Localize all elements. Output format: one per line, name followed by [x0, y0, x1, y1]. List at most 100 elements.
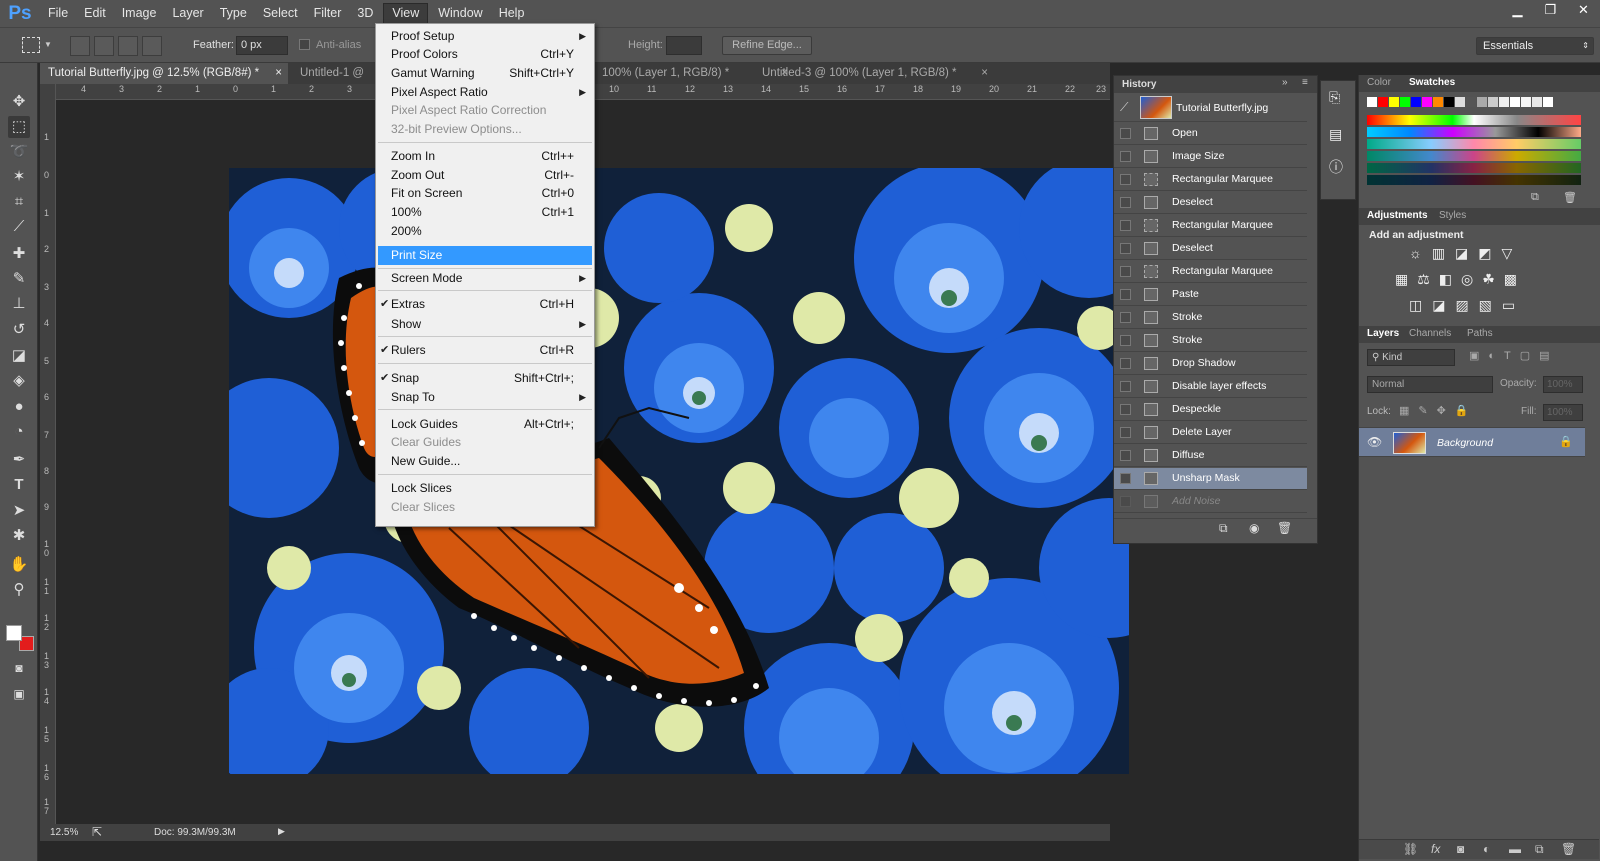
checkbox[interactable]	[1120, 220, 1131, 231]
refine-edge-button[interactable]: Refine Edge...	[722, 36, 812, 55]
healing-brush-icon[interactable]: ✚	[8, 243, 30, 265]
menu-item-proof-colors[interactable]: Proof Colors	[391, 47, 458, 61]
eye-icon[interactable]: 👁	[1367, 435, 1382, 449]
history-brush-source-icon[interactable]: ⟋	[1120, 100, 1128, 115]
checkbox[interactable]	[1120, 128, 1131, 139]
new-layer-icon[interactable]: ⧉	[1535, 842, 1544, 857]
history-step[interactable]: Disable layer effects	[1114, 376, 1307, 398]
marquee-tool-preset-icon[interactable]	[22, 37, 40, 53]
menu-item-print-size[interactable]: Print Size	[391, 248, 442, 262]
adjustment-icons-row3[interactable]: ◫◪▨▧▭	[1409, 297, 1549, 314]
history-step[interactable]: Paste	[1114, 284, 1307, 306]
tab-paths[interactable]: Paths	[1467, 328, 1493, 339]
menu-item-show[interactable]: Show	[391, 317, 421, 331]
eyedropper-icon[interactable]: ⟋	[8, 216, 30, 238]
checkbox[interactable]	[1120, 151, 1131, 162]
history-step[interactable]: Diffuse	[1114, 445, 1307, 467]
blend-mode-select[interactable]: Normal	[1367, 376, 1493, 393]
crop-tool-icon[interactable]: ⌗	[8, 191, 30, 213]
workspace-select[interactable]: Essentials ⇕	[1476, 37, 1594, 55]
menu-item-snap-to[interactable]: Snap To	[391, 390, 435, 404]
marquee-tool-icon[interactable]: ⬚	[8, 116, 30, 138]
lasso-tool-icon[interactable]: ➰	[8, 141, 30, 163]
stamp-tool-icon[interactable]: ⊥	[8, 293, 30, 315]
history-title[interactable]: History	[1122, 79, 1156, 90]
menu-item-new-guide[interactable]: New Guide...	[391, 454, 460, 468]
pen-tool-icon[interactable]: ✒	[8, 449, 30, 471]
folder-icon[interactable]: ▬	[1509, 842, 1521, 856]
link-icon[interactable]: ⛓	[1403, 842, 1418, 856]
history-step-current[interactable]: Unsharp Mask	[1114, 468, 1307, 490]
layer-name[interactable]: Background	[1437, 437, 1493, 449]
restore-icon[interactable]: ❐	[1534, 0, 1567, 20]
fill-input[interactable]: 100%	[1543, 404, 1583, 421]
history-step[interactable]: Stroke	[1114, 330, 1307, 352]
menu-image[interactable]: Image	[114, 0, 165, 27]
tab-untitled-3[interactable]: Untitled-3 @ 100% (Layer 1, RGB/8) * ×	[754, 63, 994, 84]
checkbox[interactable]	[1120, 450, 1131, 461]
collapse-icon[interactable]: »	[1282, 77, 1288, 88]
screen-mode-icon[interactable]: ▣	[8, 683, 30, 705]
checkbox[interactable]	[1120, 312, 1131, 323]
brush-tool-icon[interactable]: ✎	[8, 268, 30, 290]
history-step[interactable]: Rectangular Marquee	[1114, 169, 1307, 191]
feather-input[interactable]: 0 px	[236, 36, 288, 55]
layer-row-background[interactable]: 👁 Background 🔒	[1359, 427, 1585, 457]
trash-icon[interactable]: 🗑	[1561, 842, 1576, 856]
history-snapshot[interactable]: ⟋ Tutorial Butterfly.jpg	[1114, 94, 1307, 122]
dodge-tool-icon[interactable]: ◔	[8, 421, 30, 443]
close-icon[interactable]: ✕	[1567, 0, 1600, 20]
menu-item-extras[interactable]: Extras	[391, 297, 425, 311]
height-input[interactable]	[666, 36, 702, 55]
history-panel-icon[interactable]: ⎘	[1329, 89, 1340, 106]
zoom-level[interactable]: 12.5%	[50, 827, 78, 838]
menu-item-fit-on-screen[interactable]: Fit on Screen	[391, 186, 462, 200]
eraser-tool-icon[interactable]: ◪	[8, 345, 30, 367]
history-step[interactable]: Stroke	[1114, 307, 1307, 329]
status-arrow-icon[interactable]: ▶	[278, 826, 285, 837]
history-step[interactable]: Despeckle	[1114, 399, 1307, 421]
trash-icon[interactable]: 🗑	[1563, 191, 1577, 204]
menu-item-snap[interactable]: Snap	[391, 371, 419, 385]
tab-close-icon[interactable]: ×	[981, 63, 988, 84]
add-selection-icon[interactable]	[94, 36, 114, 56]
adjustment-layer-icon[interactable]: ◐	[1483, 842, 1490, 856]
menu-type[interactable]: Type	[212, 0, 255, 27]
menu-item-200[interactable]: 200%	[391, 224, 422, 238]
lock-icons[interactable]: ▦✎✥🔒	[1399, 404, 1478, 417]
layer-filter-select[interactable]: ⚲ Kind	[1367, 349, 1455, 366]
vertical-ruler[interactable]: 1 0 1 2 3 4 5 6 7 8 9 1 0 1 1 1 2 1 3 1 …	[40, 84, 56, 824]
gradient-tool-icon[interactable]: ◈	[8, 370, 30, 392]
menu-select[interactable]: Select	[255, 0, 306, 27]
history-step[interactable]: Drop Shadow	[1114, 353, 1307, 375]
history-step[interactable]: Rectangular Marquee	[1114, 215, 1307, 237]
layer-filter-icons[interactable]: ▣◐T▢▤	[1469, 349, 1559, 362]
menu-edit[interactable]: Edit	[76, 0, 114, 27]
opacity-input[interactable]: 100%	[1543, 376, 1583, 393]
menu-item-rulers[interactable]: Rulers	[391, 343, 426, 357]
fx-icon[interactable]: fx	[1431, 842, 1440, 856]
checkbox[interactable]	[1120, 427, 1131, 438]
zoom-tool-icon[interactable]: ⚲	[8, 579, 30, 601]
trash-icon[interactable]: 🗑	[1277, 521, 1292, 535]
tab-tutorial-butterfly[interactable]: Tutorial Butterfly.jpg @ 12.5% (RGB/8#) …	[40, 63, 288, 84]
quick-mask-icon[interactable]: ◙	[8, 657, 30, 679]
minimize-icon[interactable]: ▁	[1501, 0, 1534, 20]
new-selection-icon[interactable]	[70, 36, 90, 56]
history-step[interactable]: Deselect	[1114, 238, 1307, 260]
menu-file[interactable]: File	[40, 0, 76, 27]
butterfly-image[interactable]	[229, 168, 1129, 774]
shape-tool-icon[interactable]: ✱	[8, 525, 30, 547]
checkbox[interactable]	[1120, 335, 1131, 346]
menu-item-100[interactable]: 100%	[391, 205, 422, 219]
tab-channels[interactable]: Channels	[1409, 328, 1451, 339]
menu-item-zoom-out[interactable]: Zoom Out	[391, 168, 444, 182]
history-step[interactable]: Delete Layer	[1114, 422, 1307, 444]
tab-color[interactable]: Color	[1367, 77, 1391, 88]
history-step[interactable]: Open	[1114, 123, 1307, 145]
checkbox[interactable]	[1120, 381, 1131, 392]
tab-layers[interactable]: Layers	[1367, 328, 1399, 339]
checkbox[interactable]	[1120, 266, 1131, 277]
history-brush-icon[interactable]: ↺	[8, 319, 30, 341]
checkbox[interactable]	[1120, 496, 1131, 507]
